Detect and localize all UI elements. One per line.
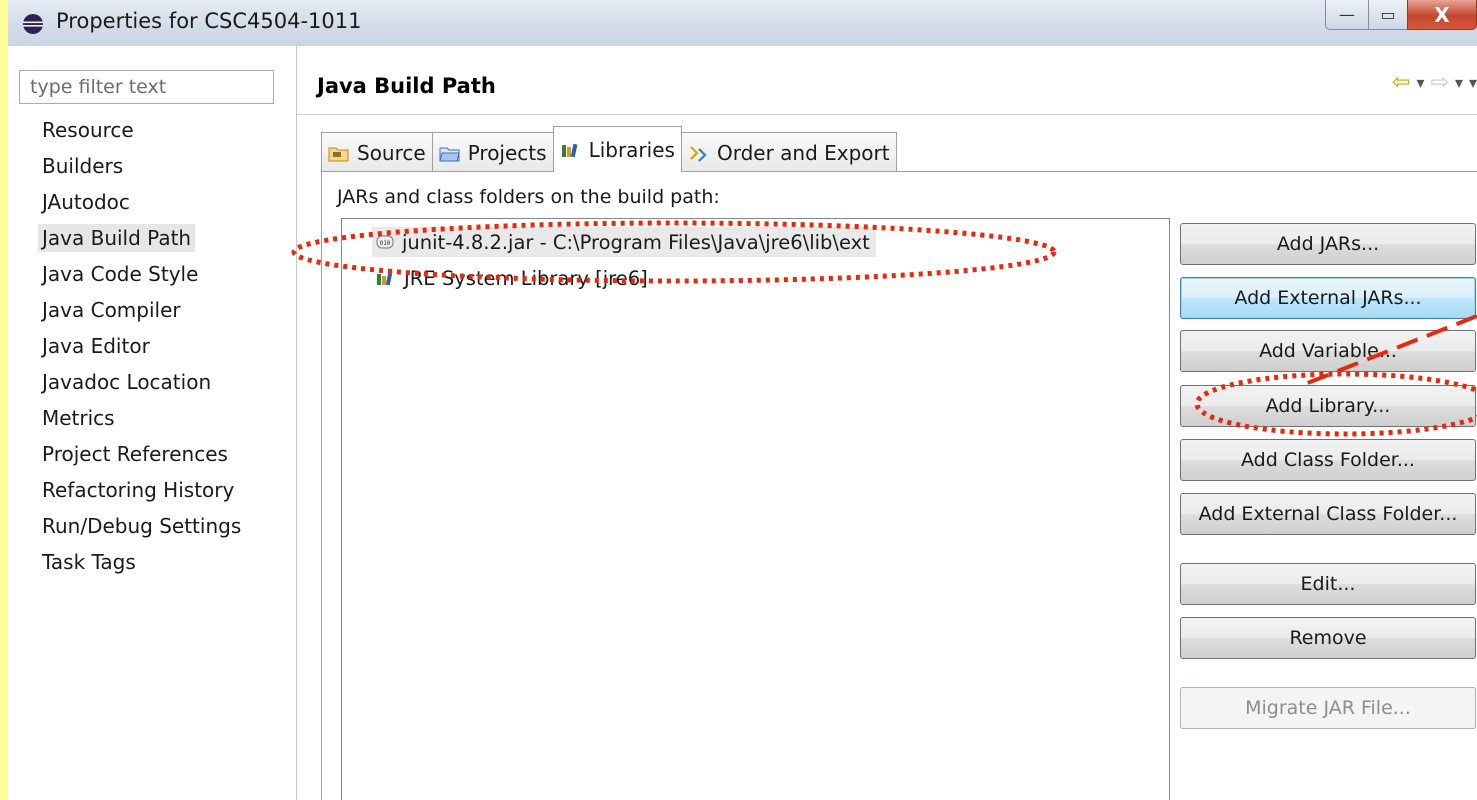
nav-item-label: Java Compiler (42, 298, 181, 322)
nav-item-label: JAutodoc (42, 190, 130, 214)
title-bar: Properties for CSC4504-1011 — ▭ X (8, 0, 1477, 47)
nav-item-resource[interactable]: Resource (28, 116, 249, 152)
source-folder-icon (328, 147, 349, 161)
libraries-icon (561, 143, 577, 157)
library-icon (377, 272, 393, 286)
nav-item-java-editor[interactable]: Java Editor (28, 332, 249, 368)
tab-label: Source (357, 140, 426, 165)
minimize-icon: — (1339, 5, 1355, 24)
tab-divider (321, 171, 1477, 172)
migrate-jar-file-button: Migrate JAR File... (1180, 687, 1476, 729)
nav-item-label: Javadoc Location (42, 370, 212, 394)
history-nav: ⇦ ▾ ⇨ ▾ ▾ (1392, 70, 1477, 95)
nav-item-java-code-style[interactable]: Java Code Style (28, 260, 249, 296)
nav-item-label: Resource (42, 118, 134, 142)
nav-item-javadoc-location[interactable]: Javadoc Location (28, 368, 249, 404)
nav-item-label: Project References (42, 442, 228, 466)
nav-item-refactoring-history[interactable]: Refactoring History (28, 476, 249, 512)
tab-label: Order and Export (716, 140, 890, 165)
add-library-button[interactable]: Add Library... (1180, 385, 1476, 427)
filter-input[interactable] (19, 70, 274, 104)
build-path-tabs: Source Projects Libraries Order and Expo… (321, 126, 897, 172)
nav-item-jautodoc[interactable]: JAutodoc (28, 188, 249, 224)
nav-item-java-build-path[interactable]: Java Build Path (28, 224, 249, 260)
page-header: Java Build Path ⇦ ▾ ⇨ ▾ ▾ (297, 60, 1477, 115)
nav-item-task-tags[interactable]: Task Tags (28, 548, 249, 584)
property-page-nav: Resource Builders JAutodoc Java Build Path J… (8, 46, 297, 800)
nav-item-java-compiler[interactable]: Java Compiler (28, 296, 249, 332)
list-item-jre-system-library[interactable]: JRE System Library [jre6] (376, 263, 648, 293)
svg-text:010: 010 (380, 240, 391, 247)
back-menu-chevron-icon[interactable]: ▾ (1416, 73, 1424, 92)
tab-label: Projects (467, 140, 547, 165)
add-external-jars-button[interactable]: Add External JARs... (1180, 277, 1476, 319)
property-page-content: Java Build Path ⇦ ▾ ⇨ ▾ ▾ Source Project… (297, 46, 1477, 800)
minimize-button[interactable]: — (1325, 0, 1369, 30)
add-variable-button[interactable]: Add Variable... (1180, 330, 1476, 372)
add-jars-button[interactable]: Add JARs... (1180, 223, 1476, 265)
tab-panel-border (321, 171, 322, 800)
maximize-icon: ▭ (1380, 5, 1396, 24)
nav-item-label: Java Build Path (38, 224, 196, 252)
tab-projects[interactable]: Projects (431, 132, 554, 172)
nav-item-label: Java Code Style (42, 262, 199, 286)
tab-order-and-export[interactable]: Order and Export (680, 132, 897, 172)
list-item-junit-jar[interactable]: 010 junit-4.8.2.jar - C:\Program Files\J… (372, 227, 876, 257)
edit-button[interactable]: Edit... (1180, 563, 1476, 605)
nav-item-label: Refactoring History (42, 478, 235, 502)
close-icon: X (1434, 2, 1450, 27)
nav-item-label: Java Editor (42, 334, 150, 358)
tab-label: Libraries (588, 137, 675, 162)
view-menu-chevron-icon[interactable]: ▾ (1469, 73, 1477, 92)
properties-dialog: Properties for CSC4504-1011 — ▭ X Resour… (8, 0, 1477, 800)
nav-item-project-references[interactable]: Project References (28, 440, 249, 476)
section-label: JARs and class folders on the build path… (337, 186, 720, 208)
back-arrow-icon[interactable]: ⇦ (1392, 70, 1410, 95)
build-path-entries-list[interactable]: 010 junit-4.8.2.jar - C:\Program Files\J… (341, 218, 1170, 800)
window-title: Properties for CSC4504-1011 (56, 9, 362, 33)
property-page-list: Resource Builders JAutodoc Java Build Path J… (38, 116, 249, 584)
jar-icon: 010 (376, 235, 394, 249)
close-button[interactable]: X (1407, 0, 1477, 30)
tab-source[interactable]: Source (321, 132, 433, 172)
order-export-icon (690, 145, 707, 162)
nav-item-label: Builders (42, 154, 124, 178)
nav-item-metrics[interactable]: Metrics (28, 404, 249, 440)
nav-item-run-debug-settings[interactable]: Run/Debug Settings (28, 512, 249, 548)
list-item-label: junit-4.8.2.jar - C:\Program Files\Java\… (402, 230, 870, 254)
list-item-label: JRE System Library [jre6] (404, 266, 648, 290)
maximize-button[interactable]: ▭ (1368, 0, 1408, 30)
nav-item-builders[interactable]: Builders (28, 152, 249, 188)
add-external-class-folder-button[interactable]: Add External Class Folder... (1180, 493, 1476, 535)
forward-arrow-icon[interactable]: ⇨ (1431, 70, 1449, 95)
forward-menu-chevron-icon[interactable]: ▾ (1455, 73, 1463, 92)
tab-libraries[interactable]: Libraries (552, 126, 682, 172)
nav-item-label: Metrics (42, 406, 115, 430)
projects-icon (439, 147, 460, 161)
add-class-folder-button[interactable]: Add Class Folder... (1180, 439, 1476, 481)
page-title: Java Build Path (317, 74, 496, 98)
remove-button[interactable]: Remove (1180, 617, 1476, 659)
eclipse-icon (23, 14, 43, 34)
nav-item-label: Run/Debug Settings (42, 514, 242, 538)
nav-item-label: Task Tags (42, 550, 136, 574)
